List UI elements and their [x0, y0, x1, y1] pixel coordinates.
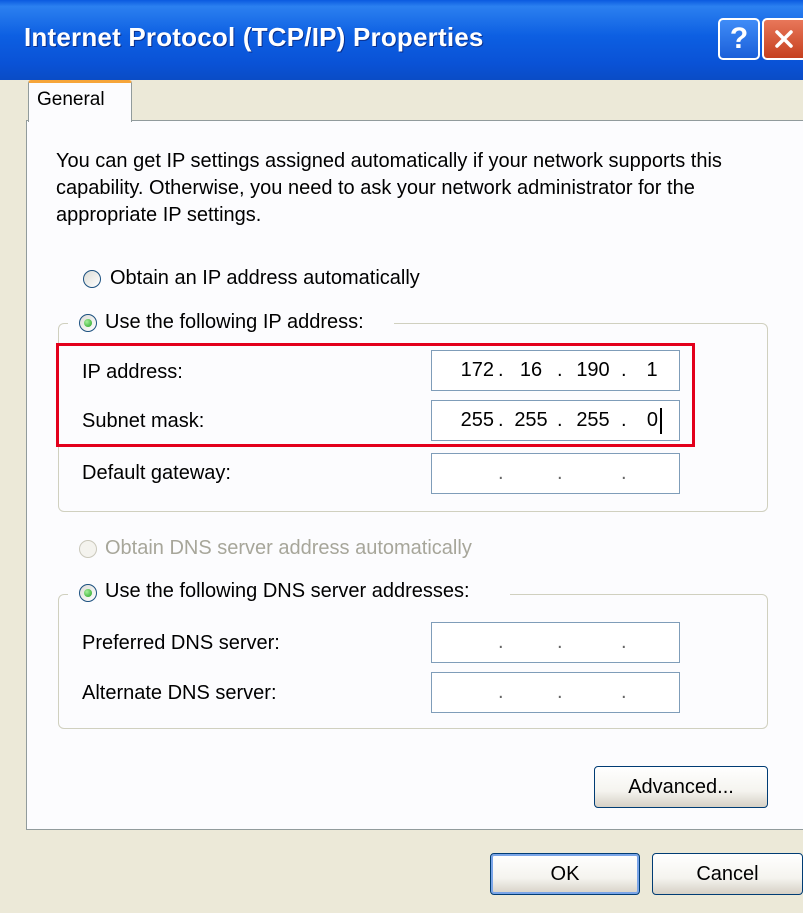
close-icon	[774, 30, 793, 48]
octet-dot: .	[498, 462, 504, 484]
octet-dot: .	[498, 631, 504, 653]
text-caret	[660, 408, 662, 434]
octet-dot: .	[621, 359, 627, 381]
octet-dot: .	[621, 462, 627, 484]
ip-address-octet-4: 1	[646, 359, 658, 381]
ip-address-octet-2: 16	[519, 359, 543, 381]
ip-manual-radio[interactable]	[79, 314, 97, 332]
octet-dot: .	[498, 681, 504, 703]
octet-dot: .	[621, 631, 627, 653]
ip-address-octet-3: 190	[576, 359, 610, 381]
tcpip-properties-dialog: Internet Protocol (TCP/IP) Properties ? …	[0, 0, 803, 913]
alternate-dns-label: Alternate DNS server:	[82, 682, 277, 704]
title-bar[interactable]: Internet Protocol (TCP/IP) Properties ?	[0, 0, 803, 80]
help-button[interactable]: ?	[718, 18, 760, 60]
advanced-button[interactable]: Advanced...	[594, 766, 768, 808]
dns-manual-radio[interactable]	[79, 584, 97, 602]
octet-dot: .	[557, 631, 563, 653]
octet-dot: .	[498, 409, 504, 431]
ip-manual-label[interactable]: Use the following IP address:	[105, 311, 364, 334]
octet-dot: .	[557, 462, 563, 484]
octet-dot: .	[498, 359, 504, 381]
dns-manual-label[interactable]: Use the following DNS server addresses:	[105, 580, 470, 603]
alternate-dns-field[interactable]: . . .	[431, 672, 680, 713]
cancel-button[interactable]: Cancel	[652, 853, 803, 895]
subnet-mask-field[interactable]: 255 . 255 . 255 . 0	[431, 400, 680, 441]
ok-button[interactable]: OK	[490, 853, 640, 895]
close-button[interactable]	[762, 18, 803, 60]
tab-general-label: General	[37, 89, 105, 110]
tab-general[interactable]: General	[28, 80, 132, 122]
preferred-dns-label: Preferred DNS server:	[82, 632, 280, 654]
subnet-mask-octet-3: 255	[576, 409, 610, 431]
ip-address-octet-1: 172	[460, 359, 494, 381]
octet-dot: .	[621, 681, 627, 703]
default-gateway-field[interactable]: . . .	[431, 453, 680, 494]
subnet-mask-octet-1: 255	[460, 409, 494, 431]
octet-dot: .	[557, 409, 563, 431]
octet-dot: .	[621, 409, 627, 431]
ip-address-field[interactable]: 172 . 16 . 190 . 1	[431, 350, 680, 391]
subnet-mask-label: Subnet mask:	[82, 410, 205, 432]
ip-auto-radio[interactable]	[83, 270, 101, 288]
dns-auto-label: Obtain DNS server address automatically	[105, 537, 472, 559]
subnet-mask-octet-4: 0	[646, 409, 658, 431]
ip-auto-label[interactable]: Obtain an IP address automatically	[110, 267, 420, 290]
preferred-dns-field[interactable]: . . .	[431, 622, 680, 663]
octet-dot: .	[557, 359, 563, 381]
default-gateway-label: Default gateway:	[82, 462, 231, 484]
dns-auto-radio	[79, 540, 97, 558]
ip-address-label: IP address:	[82, 361, 183, 383]
help-icon: ?	[729, 22, 749, 55]
description-text: You can get IP settings assigned automat…	[56, 150, 722, 226]
window-title: Internet Protocol (TCP/IP) Properties	[24, 22, 484, 52]
subnet-mask-octet-2: 255	[514, 409, 548, 431]
octet-dot: .	[557, 681, 563, 703]
